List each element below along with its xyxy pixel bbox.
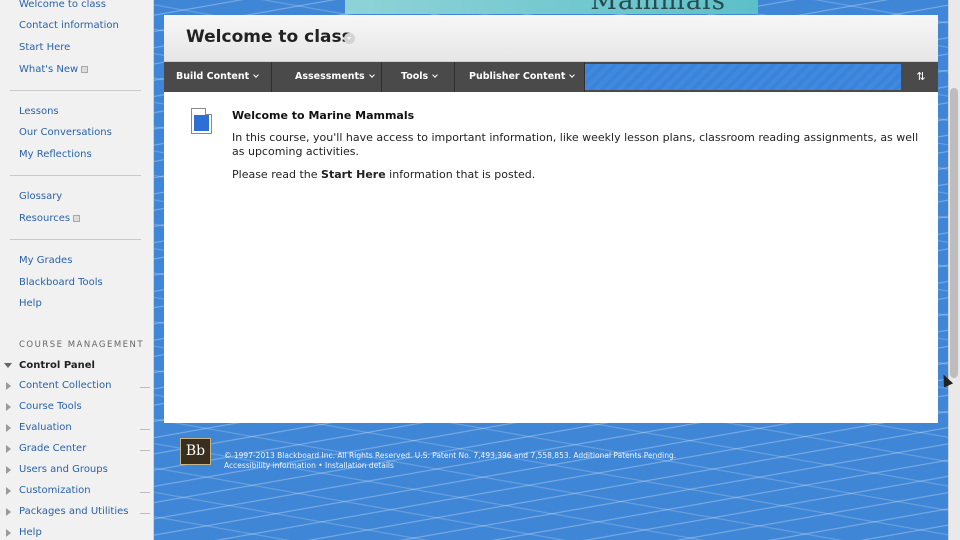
sidebar-divider xyxy=(10,90,141,91)
course-menu-sidebar: Welcome to class Contact information Sta… xyxy=(0,0,154,540)
cp-item-course-tools[interactable]: Course Tools xyxy=(19,401,82,412)
caret-right-icon[interactable] xyxy=(6,487,11,495)
caret-right-icon[interactable] xyxy=(6,403,11,411)
footer-copyright: © 1997-2013 Blackboard Inc. All Rights R… xyxy=(224,451,677,460)
caret-right-icon[interactable] xyxy=(6,529,11,537)
sidebar-item-welcome[interactable]: Welcome to class xyxy=(19,0,106,10)
external-link-icon xyxy=(73,214,81,222)
tools-button[interactable]: Tools xyxy=(382,62,455,92)
chevron-down-icon xyxy=(432,72,439,78)
submenu-indicator xyxy=(140,450,150,451)
sidebar-item-contact-information[interactable]: Contact information xyxy=(19,20,119,31)
page-title: Welcome to class xyxy=(186,27,352,47)
publisher-content-button[interactable]: Publisher Content xyxy=(455,62,585,92)
course-banner: Mammals xyxy=(345,0,758,14)
content-area: Welcome to class Build Content Assessmen… xyxy=(164,15,938,423)
external-link-icon xyxy=(81,65,89,73)
banner-text: Mammals xyxy=(590,0,726,14)
cp-item-packages-and-utilities[interactable]: Packages and Utilities xyxy=(19,506,128,517)
caret-right-icon[interactable] xyxy=(6,445,11,453)
sidebar-item-resources[interactable]: Resources xyxy=(19,213,81,224)
sidebar-divider xyxy=(10,175,141,176)
footer-links[interactable]: Accessibility information • Installation… xyxy=(224,461,394,470)
chevron-down-icon xyxy=(569,72,576,78)
sidebar-item-help[interactable]: Help xyxy=(19,298,42,309)
sidebar-item-my-grades[interactable]: My Grades xyxy=(19,255,72,266)
content-item-instructions: Please read the Start Here information t… xyxy=(232,168,536,181)
reorder-icon[interactable]: ⇅ xyxy=(904,62,938,92)
control-panel-heading[interactable]: Control Panel xyxy=(19,360,95,371)
caret-right-icon[interactable] xyxy=(6,424,11,432)
cp-item-content-collection[interactable]: Content Collection xyxy=(19,380,111,391)
cp-item-users-and-groups[interactable]: Users and Groups xyxy=(19,464,108,475)
caret-right-icon[interactable] xyxy=(6,508,11,516)
chevron-down-icon[interactable] xyxy=(344,33,355,44)
content-item-title: Welcome to Marine Mammals xyxy=(232,109,415,122)
cp-item-grade-center[interactable]: Grade Center xyxy=(19,443,86,454)
sidebar-item-blackboard-tools[interactable]: Blackboard Tools xyxy=(19,277,103,288)
sidebar-item-lessons[interactable]: Lessons xyxy=(19,106,59,117)
caret-right-icon[interactable] xyxy=(6,382,11,390)
scrollbar-thumb[interactable] xyxy=(950,88,958,378)
submenu-indicator xyxy=(140,387,150,388)
document-icon xyxy=(191,108,212,134)
content-item-body: In this course, you'll have access to im… xyxy=(232,131,919,158)
course-management-heading: COURSE MANAGEMENT xyxy=(19,340,145,350)
sidebar-item-our-conversations[interactable]: Our Conversations xyxy=(19,127,112,138)
sidebar-item-start-here[interactable]: Start Here xyxy=(19,42,70,53)
cp-item-customization[interactable]: Customization xyxy=(19,485,91,496)
action-bar: Build Content Assessments Tools Publishe… xyxy=(164,62,938,92)
build-content-button[interactable]: Build Content xyxy=(164,62,272,92)
page-header: Welcome to class xyxy=(164,15,938,62)
caret-down-icon[interactable] xyxy=(4,363,12,368)
submenu-indicator xyxy=(140,513,150,514)
cp-item-help[interactable]: Help xyxy=(19,527,42,538)
sidebar-item-my-reflections[interactable]: My Reflections xyxy=(19,149,92,160)
blackboard-logo[interactable]: Bb xyxy=(180,438,211,465)
assessments-button[interactable]: Assessments xyxy=(272,62,382,92)
cp-item-evaluation[interactable]: Evaluation xyxy=(19,422,72,433)
chevron-down-icon xyxy=(253,72,260,78)
action-bar-fill xyxy=(585,64,901,90)
sidebar-divider xyxy=(10,239,141,240)
submenu-indicator xyxy=(140,492,150,493)
chevron-down-icon xyxy=(368,72,375,78)
submenu-indicator xyxy=(140,429,150,430)
sidebar-item-glossary[interactable]: Glossary xyxy=(19,191,62,202)
sidebar-item-whats-new[interactable]: What's New xyxy=(19,64,89,75)
caret-right-icon[interactable] xyxy=(6,466,11,474)
